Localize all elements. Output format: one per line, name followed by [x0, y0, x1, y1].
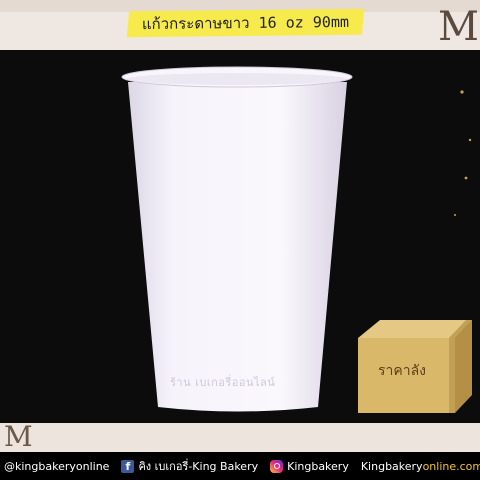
paper-cup	[128, 82, 347, 412]
facebook-page-text: คิง เบเกอรี่-King Bakery	[138, 460, 259, 473]
product-title: แก้วกระดาษขาว 16 oz 90mm	[141, 12, 350, 34]
svg-text:M: M	[4, 420, 33, 453]
footer-handle: @kingbakeryonline	[0, 460, 109, 473]
product-photo-background: M M	[0, 0, 480, 453]
price-box-label: ราคาลัง	[378, 363, 427, 379]
svg-text:M: M	[438, 4, 479, 50]
website-main-text: Kingbakery	[360, 459, 423, 473]
facebook-icon: f	[121, 459, 135, 473]
footer-facebook: f คิง เบเกอรี่-King Bakery	[121, 457, 258, 475]
footer-handle-text: @kingbakeryonline	[4, 459, 110, 473]
product-title-banner: แก้วกระดาษขาว 16 oz 90mm	[126, 8, 365, 38]
product-image: M M แก้วกระดาษขาว 16 oz 90mm ร้าน เบเกอร…	[0, 0, 480, 480]
cup-print-text: ร้าน เบเกอรี่ออนไลน์	[170, 376, 276, 389]
website-suffix-text: online.com	[422, 459, 480, 473]
footer-instagram: Kingbakery	[270, 459, 349, 473]
instagram-text: Kingbakery	[287, 459, 349, 473]
footer-bar: @kingbakeryonline f คิง เบเกอรี่-King Ba…	[0, 452, 480, 480]
instagram-icon	[270, 459, 284, 473]
footer-website: Kingbakery online.com	[361, 460, 480, 473]
